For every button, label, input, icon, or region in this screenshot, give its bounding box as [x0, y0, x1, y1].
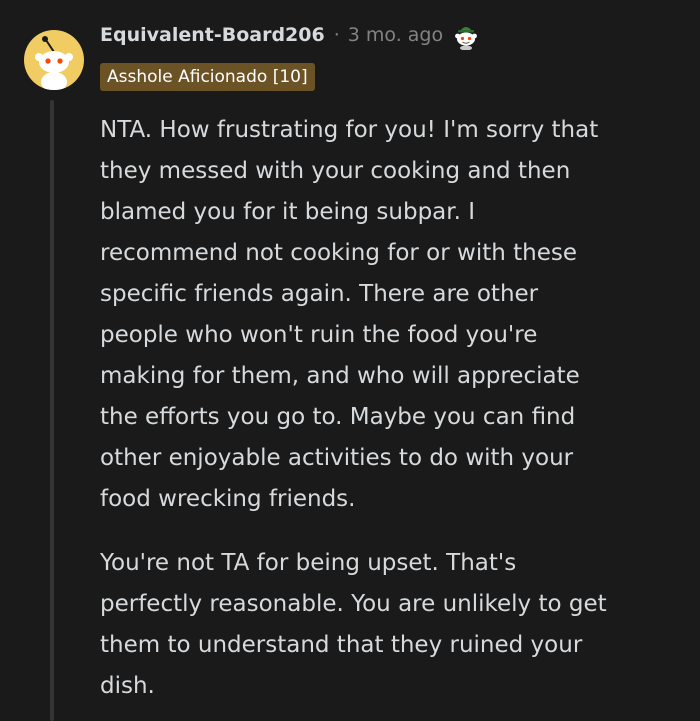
meta-separator: · [333, 24, 340, 46]
user-flair: Asshole Aficionado [10] [100, 63, 315, 91]
comment: Equivalent-Board206 · 3 mo. ago Asshole … [0, 0, 700, 721]
comment-meta: Equivalent-Board206 · 3 mo. ago [100, 20, 481, 51]
thread-line[interactable] [50, 100, 54, 721]
username[interactable]: Equivalent-Board206 [100, 24, 325, 46]
avatar[interactable] [24, 30, 84, 90]
snoo-award-icon [451, 20, 481, 51]
snoo-avatar-icon [35, 36, 73, 90]
comment-paragraph: NTA. How frustrating for you! I'm sorry … [100, 117, 599, 512]
comment-body: NTA. How frustrating for you! I'm sorry … [100, 110, 680, 707]
comment-paragraph: You're not TA for being upset. That's pe… [100, 550, 607, 699]
timestamp[interactable]: 3 mo. ago [348, 24, 443, 46]
